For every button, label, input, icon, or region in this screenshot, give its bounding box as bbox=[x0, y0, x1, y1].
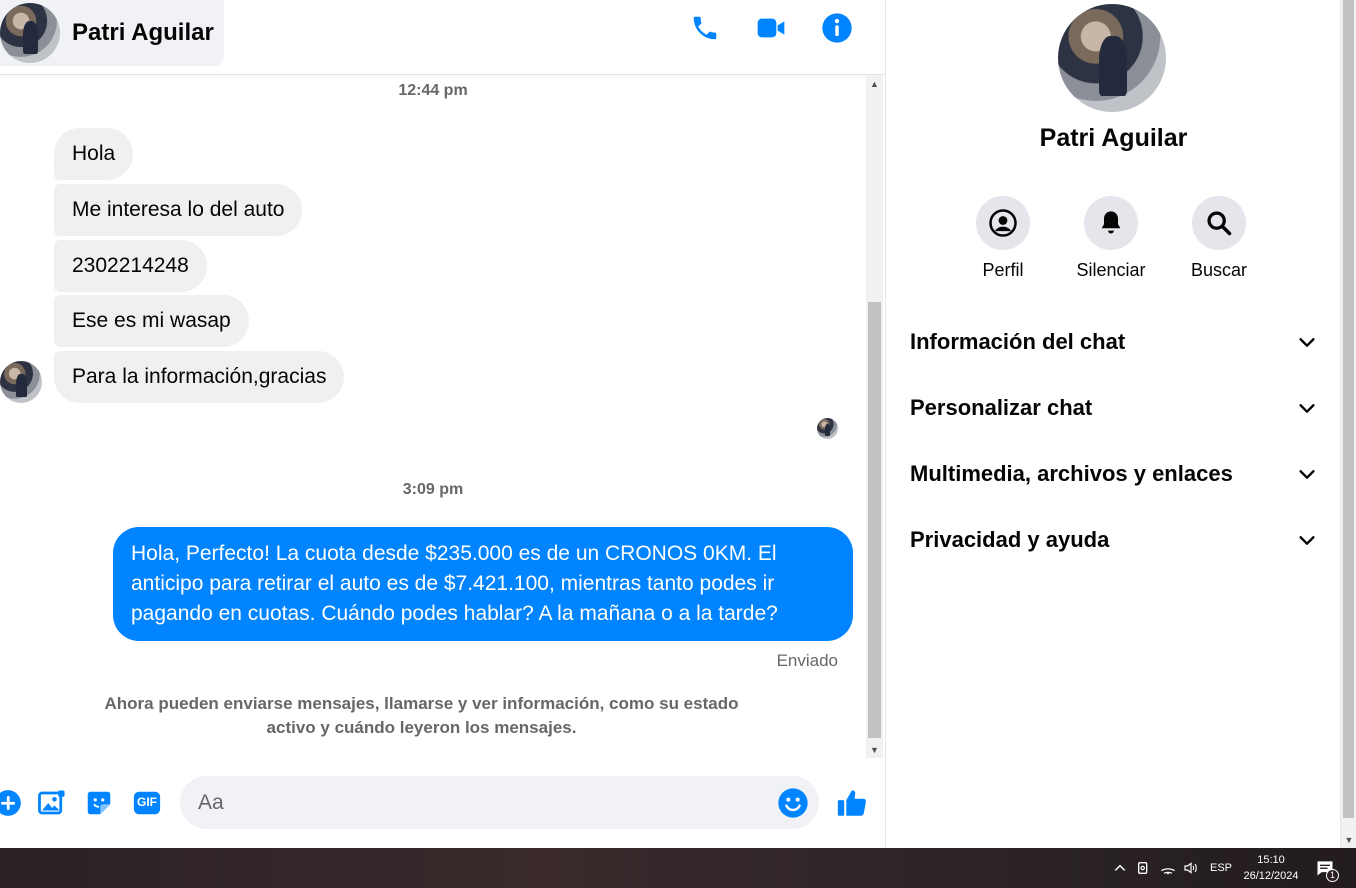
contact-chip[interactable]: Patri Aguilar bbox=[0, 0, 224, 66]
plus-icon bbox=[0, 790, 21, 816]
show-hidden-icons-button[interactable] bbox=[1110, 858, 1130, 878]
search-button[interactable]: Buscar bbox=[1169, 196, 1269, 281]
clock[interactable]: 15:10 26/12/2024 bbox=[1236, 852, 1306, 884]
read-receipt-avatar bbox=[817, 418, 838, 439]
time-divider: 12:44 pm bbox=[398, 82, 468, 99]
video-call-button[interactable] bbox=[754, 11, 788, 45]
meet-now-button[interactable] bbox=[1134, 858, 1154, 878]
gif-button[interactable]: GIF bbox=[131, 787, 163, 819]
search-button-circle bbox=[1192, 196, 1246, 250]
incoming-message[interactable]: Para la información,gracias bbox=[54, 351, 345, 403]
mute-label: Silenciar bbox=[1076, 260, 1146, 280]
chevron-down-icon bbox=[1299, 404, 1315, 413]
message-composer: GIF bbox=[0, 758, 885, 848]
profile-button[interactable]: Perfil bbox=[953, 196, 1053, 281]
section-label: Información del chat bbox=[910, 329, 1126, 354]
video-call-icon bbox=[757, 18, 785, 38]
phone-icon bbox=[693, 16, 717, 40]
profile-label: Perfil bbox=[982, 260, 1024, 280]
section-label: Multimedia, archivos y enlaces bbox=[910, 461, 1233, 486]
input-language-indicator[interactable]: ESP bbox=[1210, 862, 1232, 874]
outgoing-message[interactable]: Hola, Perfecto! La cuota desde $235.000 … bbox=[113, 527, 853, 641]
incoming-message[interactable]: Me interesa lo del auto bbox=[54, 184, 303, 236]
section-label: Privacidad y ayuda bbox=[910, 527, 1110, 552]
gif-label: GIF bbox=[137, 795, 157, 809]
chevron-up-icon bbox=[1114, 864, 1126, 871]
phone-call-button[interactable] bbox=[688, 11, 722, 45]
bell-icon bbox=[1101, 211, 1121, 234]
message-list[interactable]: 12:44 pm Hola Me interesa lo del auto 23… bbox=[0, 76, 866, 758]
section-media-files-links[interactable]: Multimedia, archivos y enlaces bbox=[910, 449, 1318, 499]
network-button[interactable] bbox=[1158, 858, 1178, 878]
conversation-details-panel: Patri Aguilar Perfil Silenciar Buscar In… bbox=[885, 0, 1340, 848]
clock-time: 15:10 bbox=[1257, 854, 1285, 866]
contact-name[interactable]: Patri Aguilar bbox=[72, 19, 214, 47]
message-status: Enviado bbox=[776, 651, 838, 670]
scrollbar-thumb[interactable] bbox=[868, 302, 881, 738]
clock-date: 26/12/2024 bbox=[1243, 870, 1299, 882]
chevron-down-icon bbox=[1299, 338, 1315, 347]
camera-tray-icon bbox=[1138, 862, 1148, 874]
more-actions-button[interactable] bbox=[0, 787, 24, 819]
emoji-icon bbox=[778, 788, 808, 818]
profile-photo[interactable] bbox=[1058, 4, 1166, 112]
time-divider: 3:09 pm bbox=[402, 481, 464, 498]
mute-button[interactable]: Silenciar bbox=[1061, 196, 1161, 281]
wifi-icon bbox=[1161, 868, 1175, 875]
emoji-button[interactable] bbox=[777, 787, 809, 819]
scroll-down-arrow-icon[interactable]: ▼ bbox=[1341, 832, 1356, 848]
scroll-up-arrow-icon[interactable]: ▲ bbox=[866, 76, 883, 92]
conversation-info-button[interactable] bbox=[820, 11, 854, 45]
notification-count-badge: 1 bbox=[1326, 869, 1339, 882]
message-scrollbar[interactable]: ▲ ▼ bbox=[866, 76, 883, 758]
sticker-icon bbox=[87, 791, 111, 815]
profile-name: Patri Aguilar bbox=[1039, 124, 1188, 152]
speaker-icon bbox=[1184, 862, 1197, 874]
send-like-button[interactable] bbox=[835, 787, 869, 819]
mute-button-circle bbox=[1084, 196, 1138, 250]
chat-header: Patri Aguilar bbox=[0, 0, 885, 75]
conversation-notice: Ahora pueden enviarse mensajes, llamarse… bbox=[104, 694, 739, 737]
sticker-button[interactable] bbox=[83, 787, 115, 819]
section-privacy-help[interactable]: Privacidad y ayuda bbox=[910, 515, 1318, 565]
volume-button[interactable] bbox=[1181, 858, 1201, 878]
scroll-down-arrow-icon[interactable]: ▼ bbox=[866, 742, 883, 758]
search-label: Buscar bbox=[1190, 260, 1248, 280]
section-label: Personalizar chat bbox=[910, 395, 1093, 420]
profile-icon bbox=[989, 209, 1017, 237]
incoming-message[interactable]: 2302214248 bbox=[54, 240, 207, 292]
message-input[interactable] bbox=[198, 776, 778, 829]
profile-button-circle bbox=[976, 196, 1030, 250]
search-icon bbox=[1207, 211, 1232, 236]
section-customize-chat[interactable]: Personalizar chat bbox=[910, 383, 1318, 433]
page-scrollbar-thumb[interactable] bbox=[1343, 0, 1354, 818]
sender-avatar[interactable] bbox=[0, 361, 42, 403]
section-chat-info[interactable]: Información del chat bbox=[910, 317, 1318, 367]
chevron-down-icon bbox=[1299, 536, 1315, 545]
incoming-message[interactable]: Hola bbox=[54, 128, 134, 180]
windows-taskbar: ESP 15:10 26/12/2024 1 bbox=[0, 848, 1356, 888]
contact-avatar[interactable] bbox=[0, 3, 60, 63]
incoming-message[interactable]: Ese es mi wasap bbox=[54, 295, 249, 347]
image-icon bbox=[38, 790, 65, 815]
chevron-down-icon bbox=[1299, 470, 1315, 479]
like-icon bbox=[837, 790, 866, 816]
message-input-wrapper[interactable] bbox=[180, 776, 819, 829]
notification-center-button[interactable]: 1 bbox=[1313, 858, 1339, 882]
info-icon bbox=[822, 13, 852, 43]
attach-image-button[interactable] bbox=[36, 787, 68, 819]
page-scrollbar[interactable]: ▼ bbox=[1340, 0, 1356, 848]
